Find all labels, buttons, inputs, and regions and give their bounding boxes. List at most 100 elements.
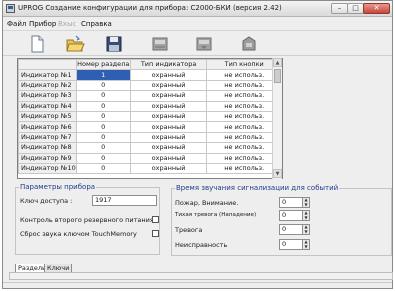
section-cell[interactable]: 0 <box>75 110 131 123</box>
button-type-cell[interactable]: не использ. <box>206 121 282 133</box>
write-device-button[interactable] <box>194 34 214 54</box>
indicator-table: Номер раздела Тип индикатора Тип кнопки … <box>18 59 282 175</box>
indicator-type-cell[interactable]: охранный <box>129 152 208 164</box>
section-cell[interactable]: 0 <box>75 100 131 112</box>
read-device-button[interactable] <box>150 34 170 54</box>
button-type-cell[interactable]: не использ. <box>206 131 282 144</box>
button-type-cell[interactable]: не использ. <box>206 152 282 164</box>
save-button[interactable] <box>104 34 124 54</box>
indicator-type-cell[interactable]: охранный <box>129 69 208 81</box>
button-type-cell[interactable]: не использ. <box>206 69 282 81</box>
section-cell[interactable]: 0 <box>75 162 131 175</box>
silent-alarm-value[interactable]: 0 <box>279 210 303 221</box>
table-row[interactable]: Индикатор №6 0 охранный не использ. <box>18 121 282 133</box>
spin-down-icon[interactable]: ▼ <box>303 215 309 221</box>
new-button[interactable] <box>27 34 47 54</box>
button-type-cell[interactable]: не использ. <box>206 142 282 154</box>
close-button[interactable]: ✕ <box>363 3 390 14</box>
table-row[interactable]: Индикатор №2 0 охранный не использ. <box>18 79 282 92</box>
indicator-type-cell[interactable]: охранный <box>129 79 208 92</box>
scroll-thumb[interactable] <box>274 69 281 83</box>
horizontal-scrollbar[interactable] <box>9 272 393 280</box>
toolbar <box>3 30 392 56</box>
table-row[interactable]: Индикатор №7 0 охранный не использ. <box>18 131 282 144</box>
indicator-type-cell[interactable]: охранный <box>129 110 208 123</box>
open-button[interactable] <box>65 34 85 54</box>
table-row[interactable]: Индикатор №5 0 охранный не использ. <box>18 110 282 123</box>
row-header[interactable]: Индикатор №5 <box>18 110 77 123</box>
stepper-buttons[interactable]: ▲ ▼ <box>302 224 310 235</box>
access-key-label: Ключ доступа : <box>20 197 73 205</box>
header-section[interactable]: Номер раздела <box>75 59 131 71</box>
row-header[interactable]: Индикатор №10 <box>18 162 77 175</box>
indicator-type-cell[interactable]: охранный <box>129 121 208 133</box>
main-window: UPROG Создание конфигурации для прибора:… <box>2 0 393 289</box>
touchmemory-checkbox[interactable] <box>152 230 159 237</box>
indicator-type-cell[interactable]: охранный <box>129 131 208 144</box>
section-cell[interactable]: 0 <box>75 142 131 154</box>
stepper-buttons[interactable]: ▲ ▼ <box>302 239 310 250</box>
row-header[interactable]: Индикатор №9 <box>18 152 77 164</box>
section-cell[interactable]: 0 <box>75 152 131 164</box>
device-button[interactable] <box>239 34 259 54</box>
row-header[interactable]: Индикатор №1 <box>18 69 77 81</box>
device-params-legend: Параметры прибора <box>19 183 97 191</box>
section-cell[interactable]: 0 <box>75 90 131 102</box>
table-row[interactable]: Индикатор №1 1 охранный не использ. <box>18 69 282 81</box>
section-cell[interactable]: 0 <box>75 121 131 133</box>
table-row[interactable]: Индикатор №9 0 охранный не использ. <box>18 152 282 164</box>
fire-alert-label: Пожар, Внимание. <box>175 199 239 207</box>
row-header[interactable]: Индикатор №6 <box>18 121 77 133</box>
fire-alert-stepper[interactable]: 0 ▲ ▼ <box>279 197 310 208</box>
spin-down-icon[interactable]: ▼ <box>303 202 309 208</box>
row-header[interactable]: Индикатор №2 <box>18 79 77 92</box>
indicator-type-cell[interactable]: охранный <box>129 90 208 102</box>
row-header[interactable]: Индикатор №4 <box>18 100 77 112</box>
header-indicator-type[interactable]: Тип индикатора <box>129 59 208 71</box>
grid-vertical-scrollbar[interactable]: ▲ ▼ <box>272 58 282 179</box>
minimize-button[interactable]: – <box>331 3 348 14</box>
stepper-buttons[interactable]: ▲ ▼ <box>302 197 310 208</box>
alarm-value[interactable]: 0 <box>279 224 303 235</box>
section-cell[interactable]: 1 <box>75 69 131 81</box>
button-type-cell[interactable]: не использ. <box>206 79 282 92</box>
alarm-label: Тревога <box>175 226 203 234</box>
open-folder-icon <box>66 35 85 52</box>
malfunction-stepper[interactable]: 0 ▲ ▼ <box>279 239 310 250</box>
button-type-cell[interactable]: не использ. <box>206 90 282 102</box>
table-row[interactable]: Индикатор №8 0 охранный не использ. <box>18 142 282 154</box>
button-type-cell[interactable]: не использ. <box>206 110 282 123</box>
indicator-type-cell[interactable]: охранный <box>129 142 208 154</box>
section-cell[interactable]: 0 <box>75 131 131 144</box>
scroll-down-icon[interactable]: ▼ <box>273 169 282 178</box>
menu-help[interactable]: Справка <box>81 20 112 28</box>
header-button-type[interactable]: Тип кнопки <box>206 59 282 71</box>
button-type-cell[interactable]: не использ. <box>206 100 282 112</box>
scroll-up-icon[interactable]: ▲ <box>273 58 282 67</box>
button-type-cell[interactable]: не использ. <box>206 162 282 175</box>
access-key-input[interactable]: 1917 <box>92 195 157 206</box>
malfunction-value[interactable]: 0 <box>279 239 303 250</box>
backup-power-checkbox[interactable] <box>152 216 159 223</box>
table-row[interactable]: Индикатор №10 0 охранный не использ. <box>18 162 282 175</box>
row-header[interactable]: Индикатор №3 <box>18 90 77 102</box>
title-bar[interactable]: UPROG Создание конфигурации для прибора:… <box>3 1 392 17</box>
silent-alarm-stepper[interactable]: 0 ▲ ▼ <box>279 210 310 221</box>
maximize-button[interactable]: □ <box>347 3 364 14</box>
row-header[interactable]: Индикатор №7 <box>18 131 77 144</box>
spin-down-icon[interactable]: ▼ <box>303 229 309 235</box>
backup-power-label: Контроль второго резервного питания <box>20 216 154 224</box>
table-row[interactable]: Индикатор №4 0 охранный не использ. <box>18 100 282 112</box>
menu-device[interactable]: Прибор <box>29 20 56 28</box>
stepper-buttons[interactable]: ▲ ▼ <box>302 210 310 221</box>
spin-down-icon[interactable]: ▼ <box>303 244 309 250</box>
indicator-type-cell[interactable]: охранный <box>129 100 208 112</box>
alarm-stepper[interactable]: 0 ▲ ▼ <box>279 224 310 235</box>
section-cell[interactable]: 0 <box>75 79 131 92</box>
indicator-type-cell[interactable]: охранный <box>129 162 208 175</box>
fire-alert-value[interactable]: 0 <box>279 197 303 208</box>
menu-file[interactable]: Файл <box>7 20 26 28</box>
indicator-grid[interactable]: Номер раздела Тип индикатора Тип кнопки … <box>17 58 283 179</box>
table-row[interactable]: Индикатор №3 0 охранный не использ. <box>18 90 282 102</box>
row-header[interactable]: Индикатор №8 <box>18 142 77 154</box>
